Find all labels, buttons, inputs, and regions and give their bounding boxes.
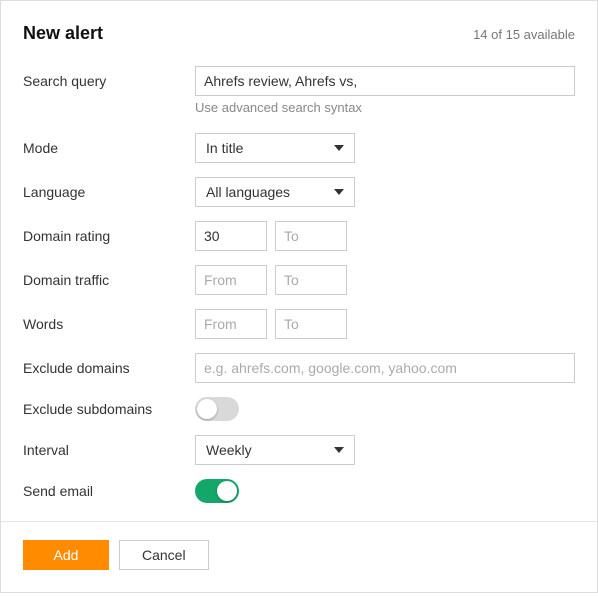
interval-select[interactable]: Weekly <box>195 435 355 465</box>
language-select-value: All languages <box>206 184 290 200</box>
search-query-hint: Use advanced search syntax <box>195 100 575 115</box>
interval-select-value: Weekly <box>206 442 252 458</box>
mode-select[interactable]: In title <box>195 133 355 163</box>
toggle-knob <box>197 399 217 419</box>
search-query-input[interactable] <box>195 66 575 96</box>
language-label: Language <box>23 184 195 200</box>
modal-footer: Add Cancel <box>1 521 597 592</box>
domain-traffic-label: Domain traffic <box>23 272 195 288</box>
exclude-subdomains-label: Exclude subdomains <box>23 401 195 417</box>
exclude-subdomains-toggle[interactable] <box>195 397 239 421</box>
chevron-down-icon <box>334 145 344 151</box>
search-query-label: Search query <box>23 73 195 89</box>
send-email-toggle[interactable] <box>195 479 239 503</box>
domain-rating-label: Domain rating <box>23 228 195 244</box>
mode-select-value: In title <box>206 140 243 156</box>
domain-rating-from-input[interactable] <box>195 221 267 251</box>
domain-traffic-to-input[interactable] <box>275 265 347 295</box>
cancel-button[interactable]: Cancel <box>119 540 209 570</box>
modal-title: New alert <box>23 23 103 44</box>
chevron-down-icon <box>334 189 344 195</box>
mode-label: Mode <box>23 140 195 156</box>
exclude-domains-input[interactable] <box>195 353 575 383</box>
words-to-input[interactable] <box>275 309 347 339</box>
send-email-label: Send email <box>23 483 195 499</box>
exclude-domains-label: Exclude domains <box>23 360 195 376</box>
availability-text: 14 of 15 available <box>473 27 575 42</box>
words-from-input[interactable] <box>195 309 267 339</box>
interval-label: Interval <box>23 442 195 458</box>
chevron-down-icon <box>334 447 344 453</box>
domain-rating-to-input[interactable] <box>275 221 347 251</box>
add-button[interactable]: Add <box>23 540 109 570</box>
toggle-knob <box>217 481 237 501</box>
language-select[interactable]: All languages <box>195 177 355 207</box>
words-label: Words <box>23 316 195 332</box>
new-alert-modal: New alert 14 of 15 available Search quer… <box>0 0 598 593</box>
domain-traffic-from-input[interactable] <box>195 265 267 295</box>
